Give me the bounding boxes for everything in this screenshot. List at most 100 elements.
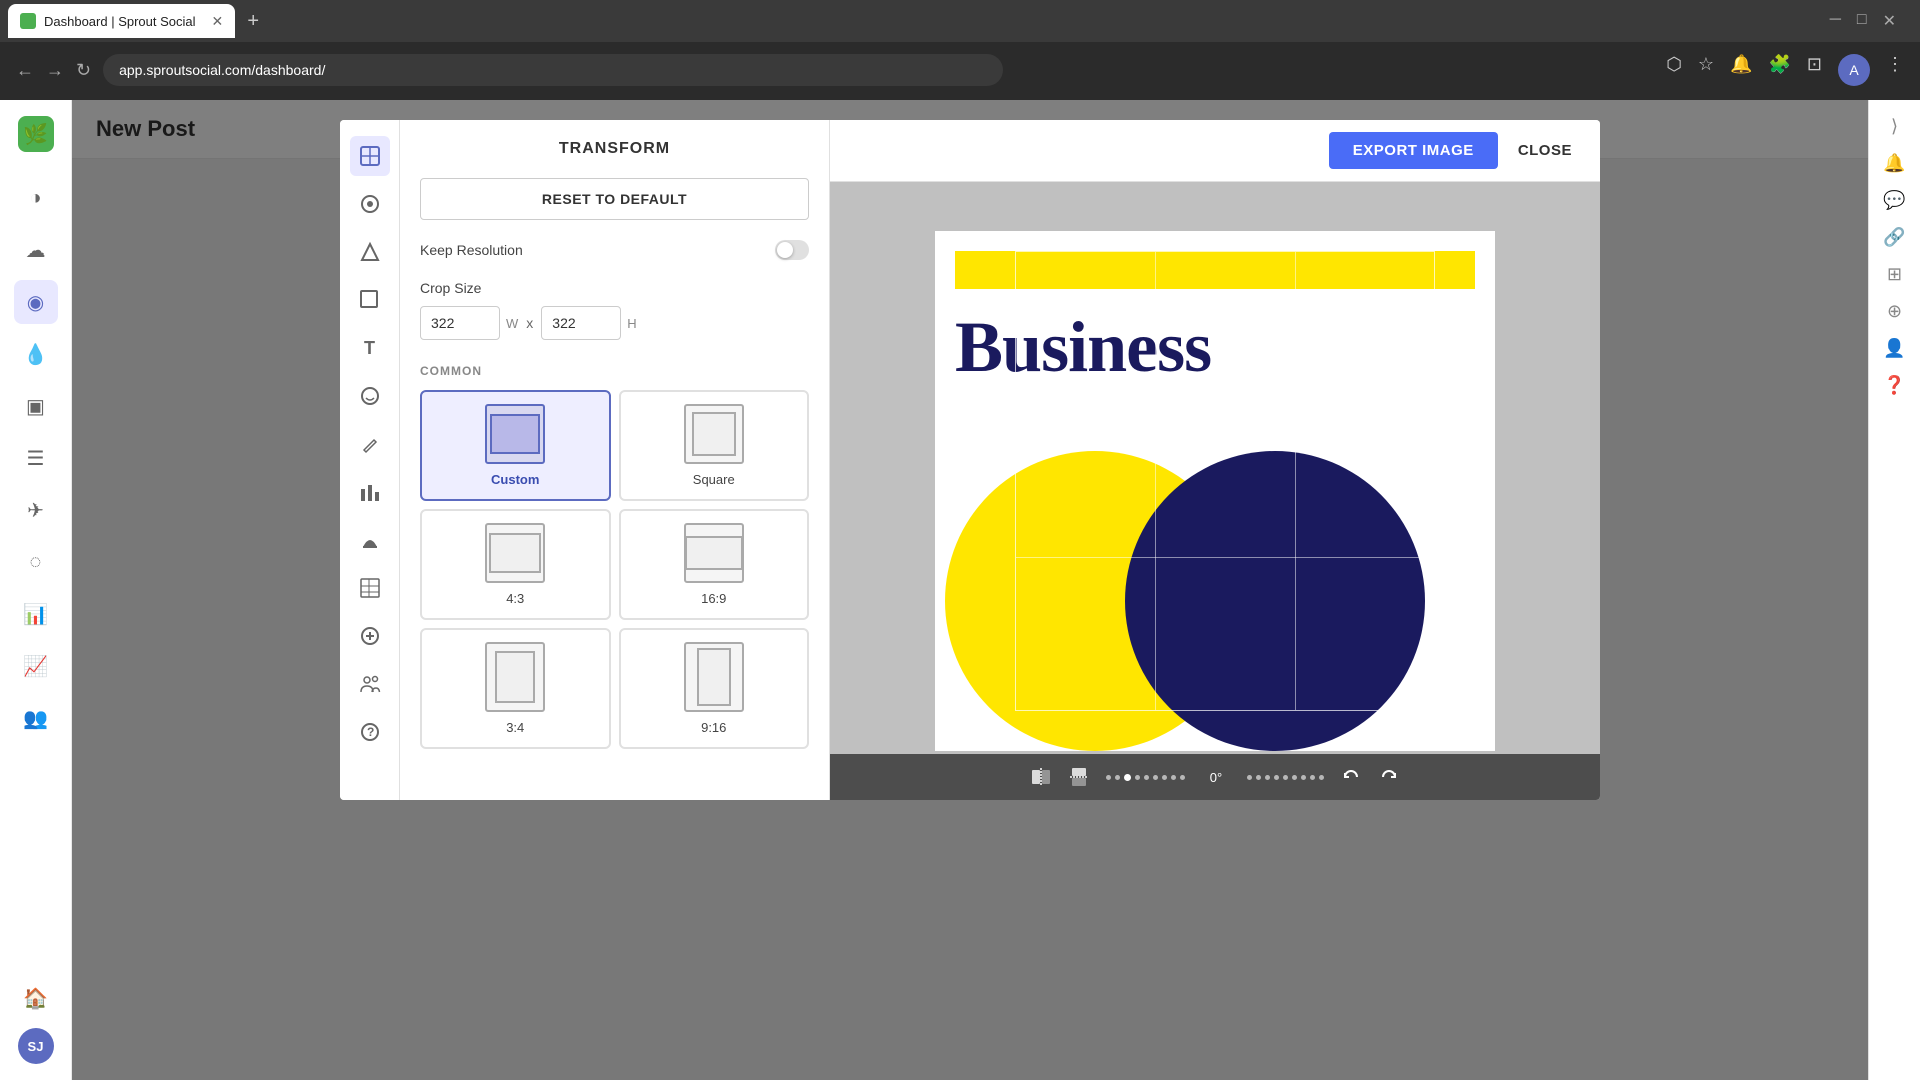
export-image-button[interactable]: EXPORT IMAGE: [1329, 132, 1498, 169]
preset-34[interactable]: 3:4: [420, 628, 611, 749]
notification-icon[interactable]: 🔔: [1730, 54, 1752, 86]
crop-height-input[interactable]: [541, 306, 621, 340]
link-icon[interactable]: 🔗: [1883, 227, 1905, 248]
sidebar-item-analytics[interactable]: 📊: [14, 592, 58, 636]
sidebar-item-monitor[interactable]: ◉: [14, 280, 58, 324]
sidebar-item-dashboard[interactable]: ◑: [14, 176, 58, 220]
grid2-icon[interactable]: ⊞: [1887, 264, 1902, 285]
collapse-icon[interactable]: ⟩: [1891, 116, 1898, 137]
help-tool[interactable]: ?: [350, 712, 390, 752]
sidebar-item-audience[interactable]: 👥: [14, 696, 58, 740]
transform-panel: TRANSFORM RESET TO DEFAULT Keep Resoluti…: [400, 120, 830, 800]
new-tab-button[interactable]: +: [239, 7, 267, 35]
crop-size-inputs: W x H: [420, 306, 809, 340]
maximize-button[interactable]: □: [1857, 11, 1867, 31]
tab-close-button[interactable]: ✕: [212, 13, 224, 30]
send-icon: ✈: [27, 498, 44, 523]
crop-width-input[interactable]: [420, 306, 500, 340]
app-logo[interactable]: 🌿: [18, 116, 54, 152]
user-plus-icon[interactable]: 👤: [1883, 338, 1905, 359]
section-common-label: COMMON: [420, 364, 809, 378]
people-tool[interactable]: [350, 664, 390, 704]
table-tool[interactable]: [350, 568, 390, 608]
preset-916-thumb: [684, 642, 744, 712]
window-icon[interactable]: ⊡: [1807, 54, 1822, 86]
question-icon[interactable]: ❓: [1883, 375, 1905, 396]
add-circle-icon[interactable]: ⊕: [1887, 301, 1902, 322]
fill-tool[interactable]: [350, 520, 390, 560]
dashboard-icon: ◑: [29, 187, 41, 210]
dot-r3: [1265, 775, 1270, 780]
dot-2: [1115, 775, 1120, 780]
sidebar-item-inbox[interactable]: ☰: [14, 436, 58, 480]
preset-34-thumb: [485, 642, 545, 712]
keep-resolution-toggle[interactable]: [775, 240, 809, 260]
star-icon[interactable]: ☆: [1698, 54, 1714, 86]
reload-button[interactable]: ↻: [76, 60, 91, 81]
drop-icon: 💧: [23, 342, 48, 367]
minimize-button[interactable]: ─: [1830, 11, 1841, 31]
forward-button[interactable]: →: [46, 60, 64, 81]
adjust-tool[interactable]: [350, 184, 390, 224]
dot-9: [1180, 775, 1185, 780]
back-button[interactable]: ←: [16, 60, 34, 81]
image-preview-area[interactable]: Business: [830, 182, 1600, 800]
dot-8: [1171, 775, 1176, 780]
preset-custom-thumb: [485, 404, 545, 464]
sidebar-item-engage[interactable]: 💧: [14, 332, 58, 376]
line-chart-icon: 📈: [23, 654, 48, 679]
height-input-group: H: [541, 306, 636, 340]
transform-tool[interactable]: [350, 136, 390, 176]
crop-grid-h1: [1016, 405, 1434, 406]
cast-icon[interactable]: ⬡: [1666, 54, 1682, 86]
profile-icon[interactable]: A: [1838, 54, 1870, 86]
rotate-left-button[interactable]: [1340, 766, 1362, 788]
panel-content: TRANSFORM RESET TO DEFAULT Keep Resoluti…: [400, 120, 829, 800]
rotate-right-button[interactable]: [1378, 766, 1400, 788]
sidebar-item-compose[interactable]: ✈: [14, 488, 58, 532]
preset-square-inner: [692, 412, 736, 456]
preset-916-label: 9:16: [701, 720, 726, 735]
tool-strip: T: [340, 120, 400, 800]
bars-tool[interactable]: [350, 472, 390, 512]
window-controls: ─ □ ✕: [1830, 11, 1912, 31]
home-icon: 🏠: [23, 986, 48, 1011]
transform-modal: T: [340, 120, 1600, 800]
right-panel: EXPORT IMAGE CLOSE Business: [830, 120, 1600, 800]
preset-169[interactable]: 16:9: [619, 509, 810, 620]
preview-dots-left: [1106, 774, 1185, 781]
sidebar-item-home[interactable]: 🏠: [14, 976, 58, 1020]
dot-r4: [1274, 775, 1279, 780]
extensions-icon[interactable]: 🧩: [1768, 54, 1790, 86]
preview-bottom-toolbar: 0°: [830, 754, 1600, 800]
bell-icon[interactable]: 🔔: [1883, 153, 1905, 174]
preset-43[interactable]: 4:3: [420, 509, 611, 620]
text-tool[interactable]: T: [350, 328, 390, 368]
address-bar[interactable]: app.sproutsocial.com/dashboard/: [103, 54, 1003, 86]
paint-tool[interactable]: [350, 424, 390, 464]
preset-916-inner: [697, 648, 731, 706]
modal-overlay: T: [72, 100, 1868, 1080]
preset-custom[interactable]: Custom: [420, 390, 611, 501]
sticker-tool[interactable]: [350, 376, 390, 416]
sidebar-item-trends[interactable]: 📈: [14, 644, 58, 688]
flip-vertical-button[interactable]: [1068, 766, 1090, 788]
active-tab[interactable]: Dashboard | Sprout Social ✕: [8, 4, 235, 38]
menu-icon[interactable]: ⋮: [1886, 54, 1904, 86]
user-avatar[interactable]: SJ: [18, 1028, 54, 1064]
sidebar-item-publish[interactable]: ☁: [14, 228, 58, 272]
dot-r2: [1256, 775, 1261, 780]
preset-square[interactable]: Square: [619, 390, 810, 501]
add-tool[interactable]: [350, 616, 390, 656]
sidebar-item-reports[interactable]: ▣: [14, 384, 58, 428]
crop-tool[interactable]: [350, 280, 390, 320]
color-tool[interactable]: [350, 232, 390, 272]
reset-to-default-button[interactable]: RESET TO DEFAULT: [420, 178, 809, 220]
keep-resolution-row: Keep Resolution: [420, 240, 809, 260]
close-window-button[interactable]: ✕: [1883, 11, 1896, 31]
message-icon[interactable]: 💬: [1883, 190, 1905, 211]
flip-horizontal-button[interactable]: [1030, 766, 1052, 788]
preset-916[interactable]: 9:16: [619, 628, 810, 749]
sidebar-item-filter[interactable]: ◌: [14, 540, 58, 584]
close-button[interactable]: CLOSE: [1510, 132, 1580, 169]
